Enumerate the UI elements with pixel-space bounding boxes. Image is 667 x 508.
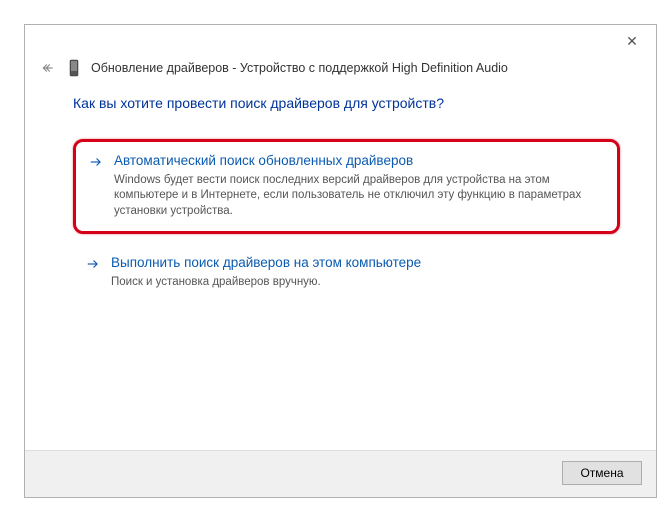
option-body: Выполнить поиск драйверов на этом компью…	[111, 254, 608, 290]
close-icon[interactable]: ✕	[614, 29, 650, 53]
option-title: Автоматический поиск обновленных драйвер…	[114, 152, 605, 170]
cancel-button[interactable]: Отмена	[562, 461, 642, 485]
option-auto-search[interactable]: Автоматический поиск обновленных драйвер…	[73, 139, 620, 234]
dialog-footer: Отмена	[25, 450, 656, 497]
device-icon	[67, 59, 81, 77]
window-title: Обновление драйверов - Устройство с подд…	[91, 61, 508, 75]
option-browse-computer[interactable]: Выполнить поиск драйверов на этом компью…	[73, 244, 620, 302]
dialog-content: Как вы хотите провести поиск драйверов д…	[25, 85, 656, 450]
arrow-right-icon	[85, 257, 103, 276]
option-body: Автоматический поиск обновленных драйвер…	[114, 152, 605, 219]
arrow-right-icon	[88, 155, 106, 174]
back-arrow-icon[interactable]	[39, 59, 57, 77]
dialog-header: Обновление драйверов - Устройство с подд…	[25, 53, 656, 85]
option-desc: Поиск и установка драйверов вручную.	[111, 275, 608, 291]
option-title: Выполнить поиск драйверов на этом компью…	[111, 254, 608, 272]
page-heading: Как вы хотите провести поиск драйверов д…	[73, 95, 620, 111]
titlebar: ✕	[25, 25, 656, 53]
option-desc: Windows будет вести поиск последних верс…	[114, 173, 605, 220]
driver-update-dialog: ✕ Обновление драйверов - Устройство с по…	[24, 24, 657, 498]
